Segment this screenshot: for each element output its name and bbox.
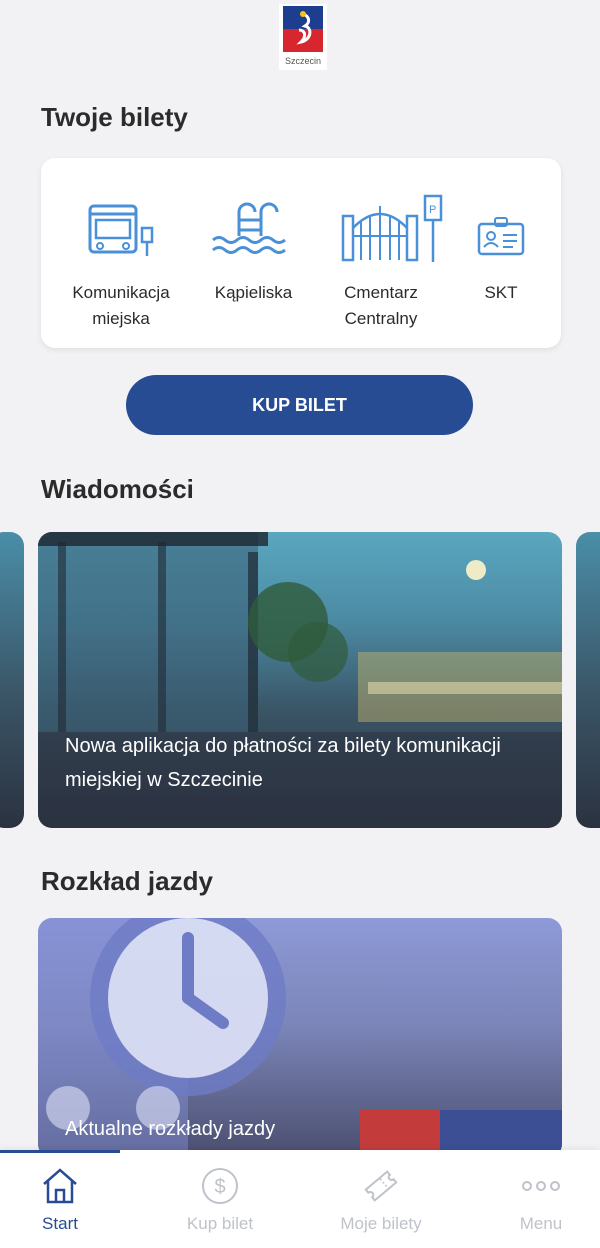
nav-label: Kup bilet	[186, 1214, 254, 1233]
news-card-title: Nowa aplikacja do płatności za bilety ko…	[65, 735, 501, 791]
logo-caption: Szczecin	[284, 56, 321, 66]
more-dots-icon	[522, 1181, 560, 1191]
dollar-coin-icon: $	[202, 1168, 238, 1204]
timetable-card[interactable]: Aktualne rozkłady jazdy	[38, 918, 562, 1158]
ticket-type-label: SKT	[484, 283, 518, 302]
nav-label: Moje bilety	[340, 1214, 422, 1233]
ticket-type-swimming-pool[interactable]: Kąpieliska	[196, 158, 311, 348]
home-icon	[43, 1168, 77, 1204]
timetable-section-title: Rozkład jazdy	[41, 866, 213, 896]
svg-text:$: $	[214, 1176, 225, 1198]
cemetery-parking-icon: P	[341, 194, 443, 262]
svg-text:P: P	[429, 204, 436, 216]
bus-icon	[88, 204, 154, 256]
nav-start[interactable]: Start	[0, 1150, 135, 1248]
id-card-icon	[477, 217, 525, 256]
ticket-type-label: Komunikacja miejska	[72, 283, 170, 328]
ticket-type-public-transport[interactable]: Komunikacja miejska	[56, 158, 186, 348]
ticket-type-skt[interactable]: SKT	[461, 158, 541, 348]
news-card[interactable]: Nowa aplikacja do płatności za bilety ko…	[38, 532, 562, 828]
ticket-type-label: Cmentarz Centralny	[344, 283, 418, 328]
ticket-icon	[364, 1170, 398, 1202]
news-card-previous[interactable]	[0, 532, 24, 828]
nav-label: Menu	[519, 1214, 563, 1233]
news-section-title: Wiadomości	[41, 474, 194, 504]
news-card-next[interactable]	[576, 532, 600, 828]
nav-buy-ticket[interactable]: $ Kup bilet	[145, 1150, 295, 1248]
buy-ticket-button[interactable]: KUP BILET	[126, 375, 473, 435]
ticket-types-card: Komunikacja miejska Kąpieliska P Cmentar…	[41, 158, 561, 348]
bottom-navigation: Start $ Kup bilet Moje bilety Menu	[0, 1150, 600, 1248]
timetable-card-title: Aktualne rozkłady jazdy	[65, 1118, 276, 1140]
nav-menu[interactable]: Menu	[466, 1150, 600, 1248]
ticket-type-central-cemetery[interactable]: P Cmentarz Centralny	[321, 158, 443, 348]
ticket-type-label: Kąpieliska	[214, 283, 293, 302]
nav-label: Start	[42, 1214, 78, 1233]
nav-my-tickets[interactable]: Moje bilety	[306, 1150, 456, 1248]
city-logo: Szczecin	[279, 4, 327, 70]
szczecin-flag-icon	[283, 6, 323, 52]
swimming-pool-icon	[212, 202, 286, 254]
tickets-section-title: Twoje bilety	[41, 102, 188, 132]
